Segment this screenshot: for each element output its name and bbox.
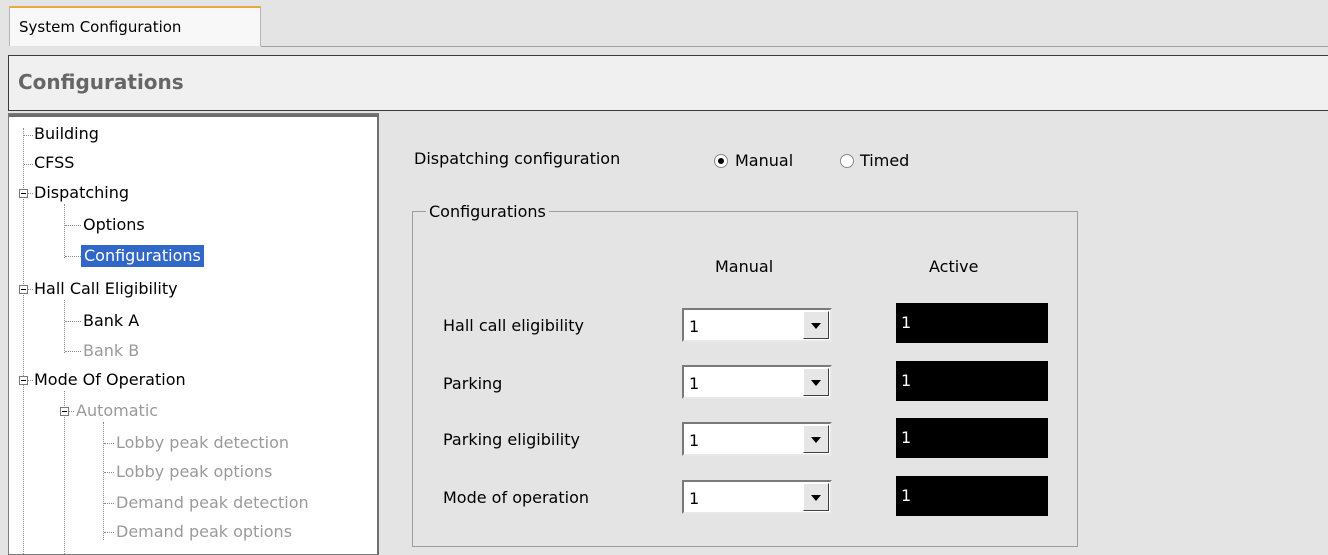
tree-branch-line	[64, 204, 65, 258]
dropdown-arrow-icon[interactable]	[803, 425, 829, 453]
parking-eligibility-select[interactable]: 1	[682, 422, 832, 456]
mode-of-operation-active: 1	[896, 476, 1048, 516]
row-label-parking-eligibility: Parking eligibility	[443, 430, 580, 449]
tree-connector	[69, 411, 74, 412]
parking-select[interactable]: 1	[682, 365, 832, 399]
tree-item-cfss[interactable]: CFSS	[34, 152, 74, 174]
tree-item-lobby-peak-detection[interactable]: Lobby peak detection	[116, 432, 289, 454]
tree-connector	[65, 321, 81, 322]
parking-active: 1	[896, 361, 1048, 401]
navigation-tree: Building CFSS Dispatching Options Config…	[8, 113, 379, 555]
configuration-panel: Dispatching configuration Manual Timed C…	[380, 112, 1328, 555]
tree-item-configurations[interactable]: Configurations	[81, 245, 204, 267]
select-value: 1	[689, 431, 700, 450]
tab-divider	[261, 46, 1328, 47]
tree-item-dispatching[interactable]: Dispatching	[34, 182, 129, 204]
radio-timed-label[interactable]: Timed	[860, 151, 909, 170]
radio-selected-dot	[718, 158, 724, 164]
dropdown-arrow-icon[interactable]	[803, 368, 829, 396]
tree-connector	[65, 225, 81, 226]
page-title: Configurations	[18, 70, 184, 94]
tree-item-bank-b[interactable]: Bank B	[83, 340, 139, 362]
tree-connector	[24, 135, 33, 136]
tree-item-lobby-peak-options[interactable]: Lobby peak options	[116, 461, 272, 483]
hall-call-eligibility-active: 1	[896, 303, 1048, 343]
tree-connector	[104, 472, 114, 473]
collapse-icon[interactable]	[60, 407, 69, 416]
mode-of-operation-select[interactable]: 1	[682, 480, 832, 514]
tree-branch-line	[64, 300, 65, 353]
select-value: 1	[689, 374, 700, 393]
radio-manual[interactable]	[714, 154, 728, 168]
tab-label: System Configuration	[19, 18, 182, 36]
tab-strip: System Configuration	[0, 0, 1328, 50]
collapse-icon[interactable]	[19, 376, 28, 385]
tree-item-automatic[interactable]: Automatic	[76, 400, 158, 422]
row-label-hall-call-eligibility: Hall call eligibility	[443, 316, 584, 335]
tree-item-demand-peak-detection[interactable]: Demand peak detection	[116, 492, 309, 514]
select-value: 1	[689, 489, 700, 508]
collapse-icon[interactable]	[19, 285, 28, 294]
collapse-icon[interactable]	[19, 189, 28, 198]
column-header-active: Active	[929, 257, 979, 276]
tree-connector	[104, 532, 114, 533]
row-label-parking: Parking	[443, 374, 503, 393]
radio-manual-label[interactable]: Manual	[735, 151, 793, 170]
row-label-mode-of-operation: Mode of operation	[443, 488, 590, 507]
groupbox-title: Configurations	[426, 202, 549, 221]
radio-timed[interactable]	[840, 154, 854, 168]
tree-item-demand-peak-options[interactable]: Demand peak options	[116, 521, 292, 543]
select-value: 1	[689, 317, 700, 336]
tree-connector	[28, 380, 33, 381]
tree-item-bank-a[interactable]: Bank A	[83, 310, 139, 332]
tree-item-mode-of-operation[interactable]: Mode Of Operation	[34, 369, 186, 391]
column-header-manual: Manual	[715, 257, 774, 276]
tree-item-building[interactable]: Building	[34, 123, 99, 145]
tree-item-options[interactable]: Options	[83, 214, 145, 236]
tree-item-hall-call-eligibility[interactable]: Hall Call Eligibility	[34, 278, 178, 300]
tree-branch-line	[103, 422, 104, 540]
dropdown-arrow-icon[interactable]	[803, 483, 829, 511]
tree-connector	[104, 443, 114, 444]
parking-eligibility-active: 1	[896, 418, 1048, 458]
tab-system-configuration[interactable]: System Configuration	[9, 6, 261, 46]
page-header: Configurations	[8, 55, 1328, 111]
dropdown-arrow-icon[interactable]	[803, 311, 829, 339]
tree-connector	[24, 164, 33, 165]
tree-connector	[28, 193, 33, 194]
tree-connector	[65, 351, 81, 352]
tree-connector	[104, 503, 114, 504]
tree-connector	[28, 289, 33, 290]
hall-call-eligibility-select[interactable]: 1	[682, 308, 832, 342]
tree-connector	[65, 256, 81, 257]
dispatching-configuration-label: Dispatching configuration	[414, 149, 621, 168]
tree-top-border	[9, 114, 377, 117]
